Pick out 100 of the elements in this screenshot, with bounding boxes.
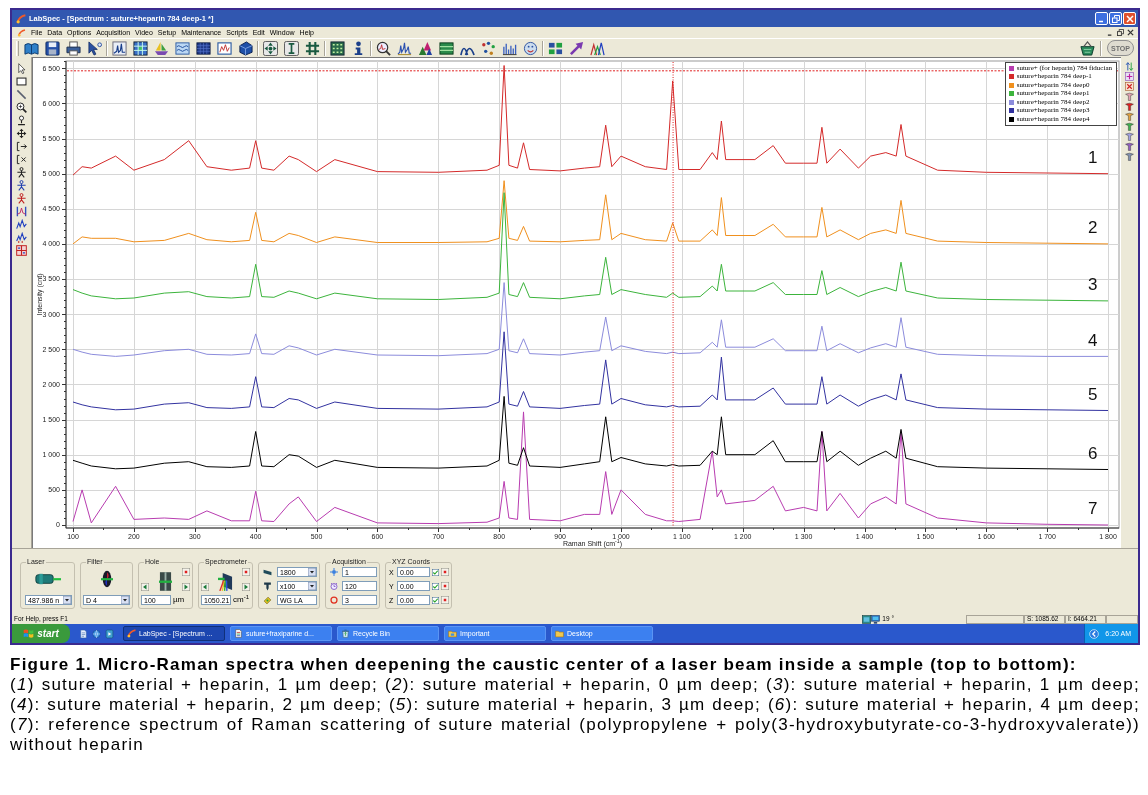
cross-box-icon[interactable] <box>1125 82 1134 91</box>
trace-label: 1 <box>1088 148 1098 168</box>
pin-icon[interactable] <box>16 115 27 126</box>
monitor-icon[interactable] <box>871 614 881 624</box>
waves-icon[interactable] <box>175 40 190 56</box>
peaks-icon[interactable] <box>112 40 127 56</box>
cube-icon[interactable] <box>238 40 253 56</box>
plus-icon[interactable] <box>1125 72 1134 81</box>
close-button[interactable] <box>1123 12 1136 25</box>
figure-icon[interactable] <box>16 167 27 178</box>
laser-icon <box>34 572 61 586</box>
checkbox[interactable] <box>432 596 439 604</box>
pointer-icon[interactable] <box>87 40 102 56</box>
peak-markers-icon[interactable] <box>16 206 27 217</box>
dotted-grid-icon[interactable] <box>330 40 345 56</box>
crossed-lines-icon[interactable] <box>305 40 320 56</box>
chart-window-icon[interactable] <box>217 40 232 56</box>
peaks-icon[interactable] <box>397 40 412 56</box>
triangles-icon[interactable] <box>418 40 433 56</box>
screen-icon[interactable] <box>862 614 872 624</box>
checkbox[interactable] <box>432 568 439 576</box>
status-panel <box>966 614 1024 624</box>
marker-icon[interactable] <box>1125 132 1134 141</box>
marker-icon[interactable] <box>1125 112 1134 121</box>
document-icon <box>234 629 243 638</box>
prism-icon <box>218 572 233 591</box>
dropdown-arrow-icon[interactable] <box>63 596 71 604</box>
dropdown-arrow-icon[interactable] <box>121 596 129 604</box>
dropdown-arrow-icon[interactable] <box>308 582 316 590</box>
document-icon[interactable] <box>79 628 88 639</box>
minimize-button[interactable] <box>1095 12 1108 25</box>
grid-icon[interactable] <box>133 40 148 56</box>
chevron-icon[interactable] <box>1089 628 1100 639</box>
smiley-icon[interactable] <box>523 40 538 56</box>
close-icon <box>1125 14 1134 23</box>
trace-label: 7 <box>1088 499 1098 519</box>
tag-icon <box>263 595 272 605</box>
filter-icon <box>100 569 113 589</box>
unit-label: µm <box>173 596 185 604</box>
app-icon <box>17 28 26 37</box>
grid-icon[interactable] <box>439 40 454 56</box>
arrow-icon[interactable] <box>569 40 584 56</box>
rectangle-icon[interactable] <box>16 76 27 87</box>
flag-icon <box>23 628 35 639</box>
trace-label: 5 <box>1088 384 1098 404</box>
peaks-icon[interactable] <box>590 40 605 56</box>
right-arrow-button[interactable] <box>242 583 250 591</box>
grid-icon[interactable] <box>196 40 211 56</box>
checkbox[interactable] <box>432 582 439 590</box>
dots-icon[interactable] <box>481 40 496 56</box>
marker-icon[interactable] <box>1125 122 1134 131</box>
left-arrow-button[interactable] <box>141 583 149 591</box>
globe-icon[interactable] <box>92 628 101 639</box>
magnifier-icon[interactable] <box>376 40 391 56</box>
crosshair-icon <box>330 568 338 576</box>
dropdown-arrow-icon[interactable] <box>308 568 316 576</box>
clock-icon <box>330 582 338 590</box>
marker-icon[interactable] <box>1125 152 1134 161</box>
book-icon[interactable] <box>24 40 39 56</box>
peaks-icon[interactable] <box>16 232 27 243</box>
restore-icon[interactable] <box>1117 29 1124 36</box>
trace-label: 4 <box>1088 330 1098 350</box>
caption-title: Figure 1. Micro-Raman spectra when deepening the caustic center of a laser beam inside a sample (top to bottom): <box>10 655 1078 675</box>
peaks-icon[interactable] <box>16 219 27 230</box>
trace-label: 6 <box>1088 443 1098 463</box>
objective-icon <box>263 581 272 591</box>
move-icon[interactable] <box>16 128 27 139</box>
zoom-icon[interactable] <box>16 102 27 113</box>
dot-button[interactable] <box>242 568 250 576</box>
ring-icon <box>330 596 338 604</box>
bracket-icon[interactable] <box>284 40 299 56</box>
restore-button[interactable] <box>1109 12 1122 25</box>
line-icon[interactable] <box>16 89 27 100</box>
left-arrow-button[interactable] <box>201 583 209 591</box>
trace-label: 2 <box>1088 218 1098 238</box>
blocks-icon[interactable] <box>548 40 563 56</box>
figure-icon[interactable] <box>16 180 27 191</box>
unit-label: cm$^{-1}$ <box>233 596 249 604</box>
start-button[interactable]: start <box>12 624 70 643</box>
arrows-icon[interactable] <box>1125 62 1134 71</box>
move-icon[interactable] <box>263 40 278 56</box>
marker-icon[interactable] <box>1125 102 1134 111</box>
marker-icon[interactable] <box>1125 142 1134 151</box>
marker-icon[interactable] <box>1125 92 1134 101</box>
printer-icon[interactable] <box>66 40 81 56</box>
right-arrow-button[interactable] <box>182 583 190 591</box>
media-icon[interactable] <box>105 628 114 639</box>
pointer-icon[interactable] <box>16 63 27 74</box>
basket-icon[interactable] <box>1080 40 1095 56</box>
dot-button[interactable] <box>182 568 190 576</box>
trace-label: 3 <box>1088 275 1098 295</box>
tilted-plate-icon <box>263 567 272 577</box>
status-panel <box>1106 614 1138 624</box>
bracket-arrow-icon[interactable] <box>16 141 27 152</box>
restore-icon <box>1111 14 1120 23</box>
bracket-cross-icon[interactable] <box>16 154 27 165</box>
caption-text: (1) suture material + heparin, 1 µm deep; (2): suture material + heparin, 0 µm deep; (3): suture material + heparin, 1 µm deep; (4): suture material + heparin, 2 µm deep; (5): suture material + heparin, 3 µm deep; (6): suture material + heparin, 4 µm deep; (7): reference spectrum of Raman scattering of suture material (polypropylene + poly(3-hydroxybutyrate-co-3-hydroxyvalerate)) without heparin <box>10 675 1140 755</box>
close-icon[interactable] <box>1127 29 1134 36</box>
recycle-bin-icon <box>341 629 350 638</box>
boat-icon[interactable] <box>154 40 169 56</box>
